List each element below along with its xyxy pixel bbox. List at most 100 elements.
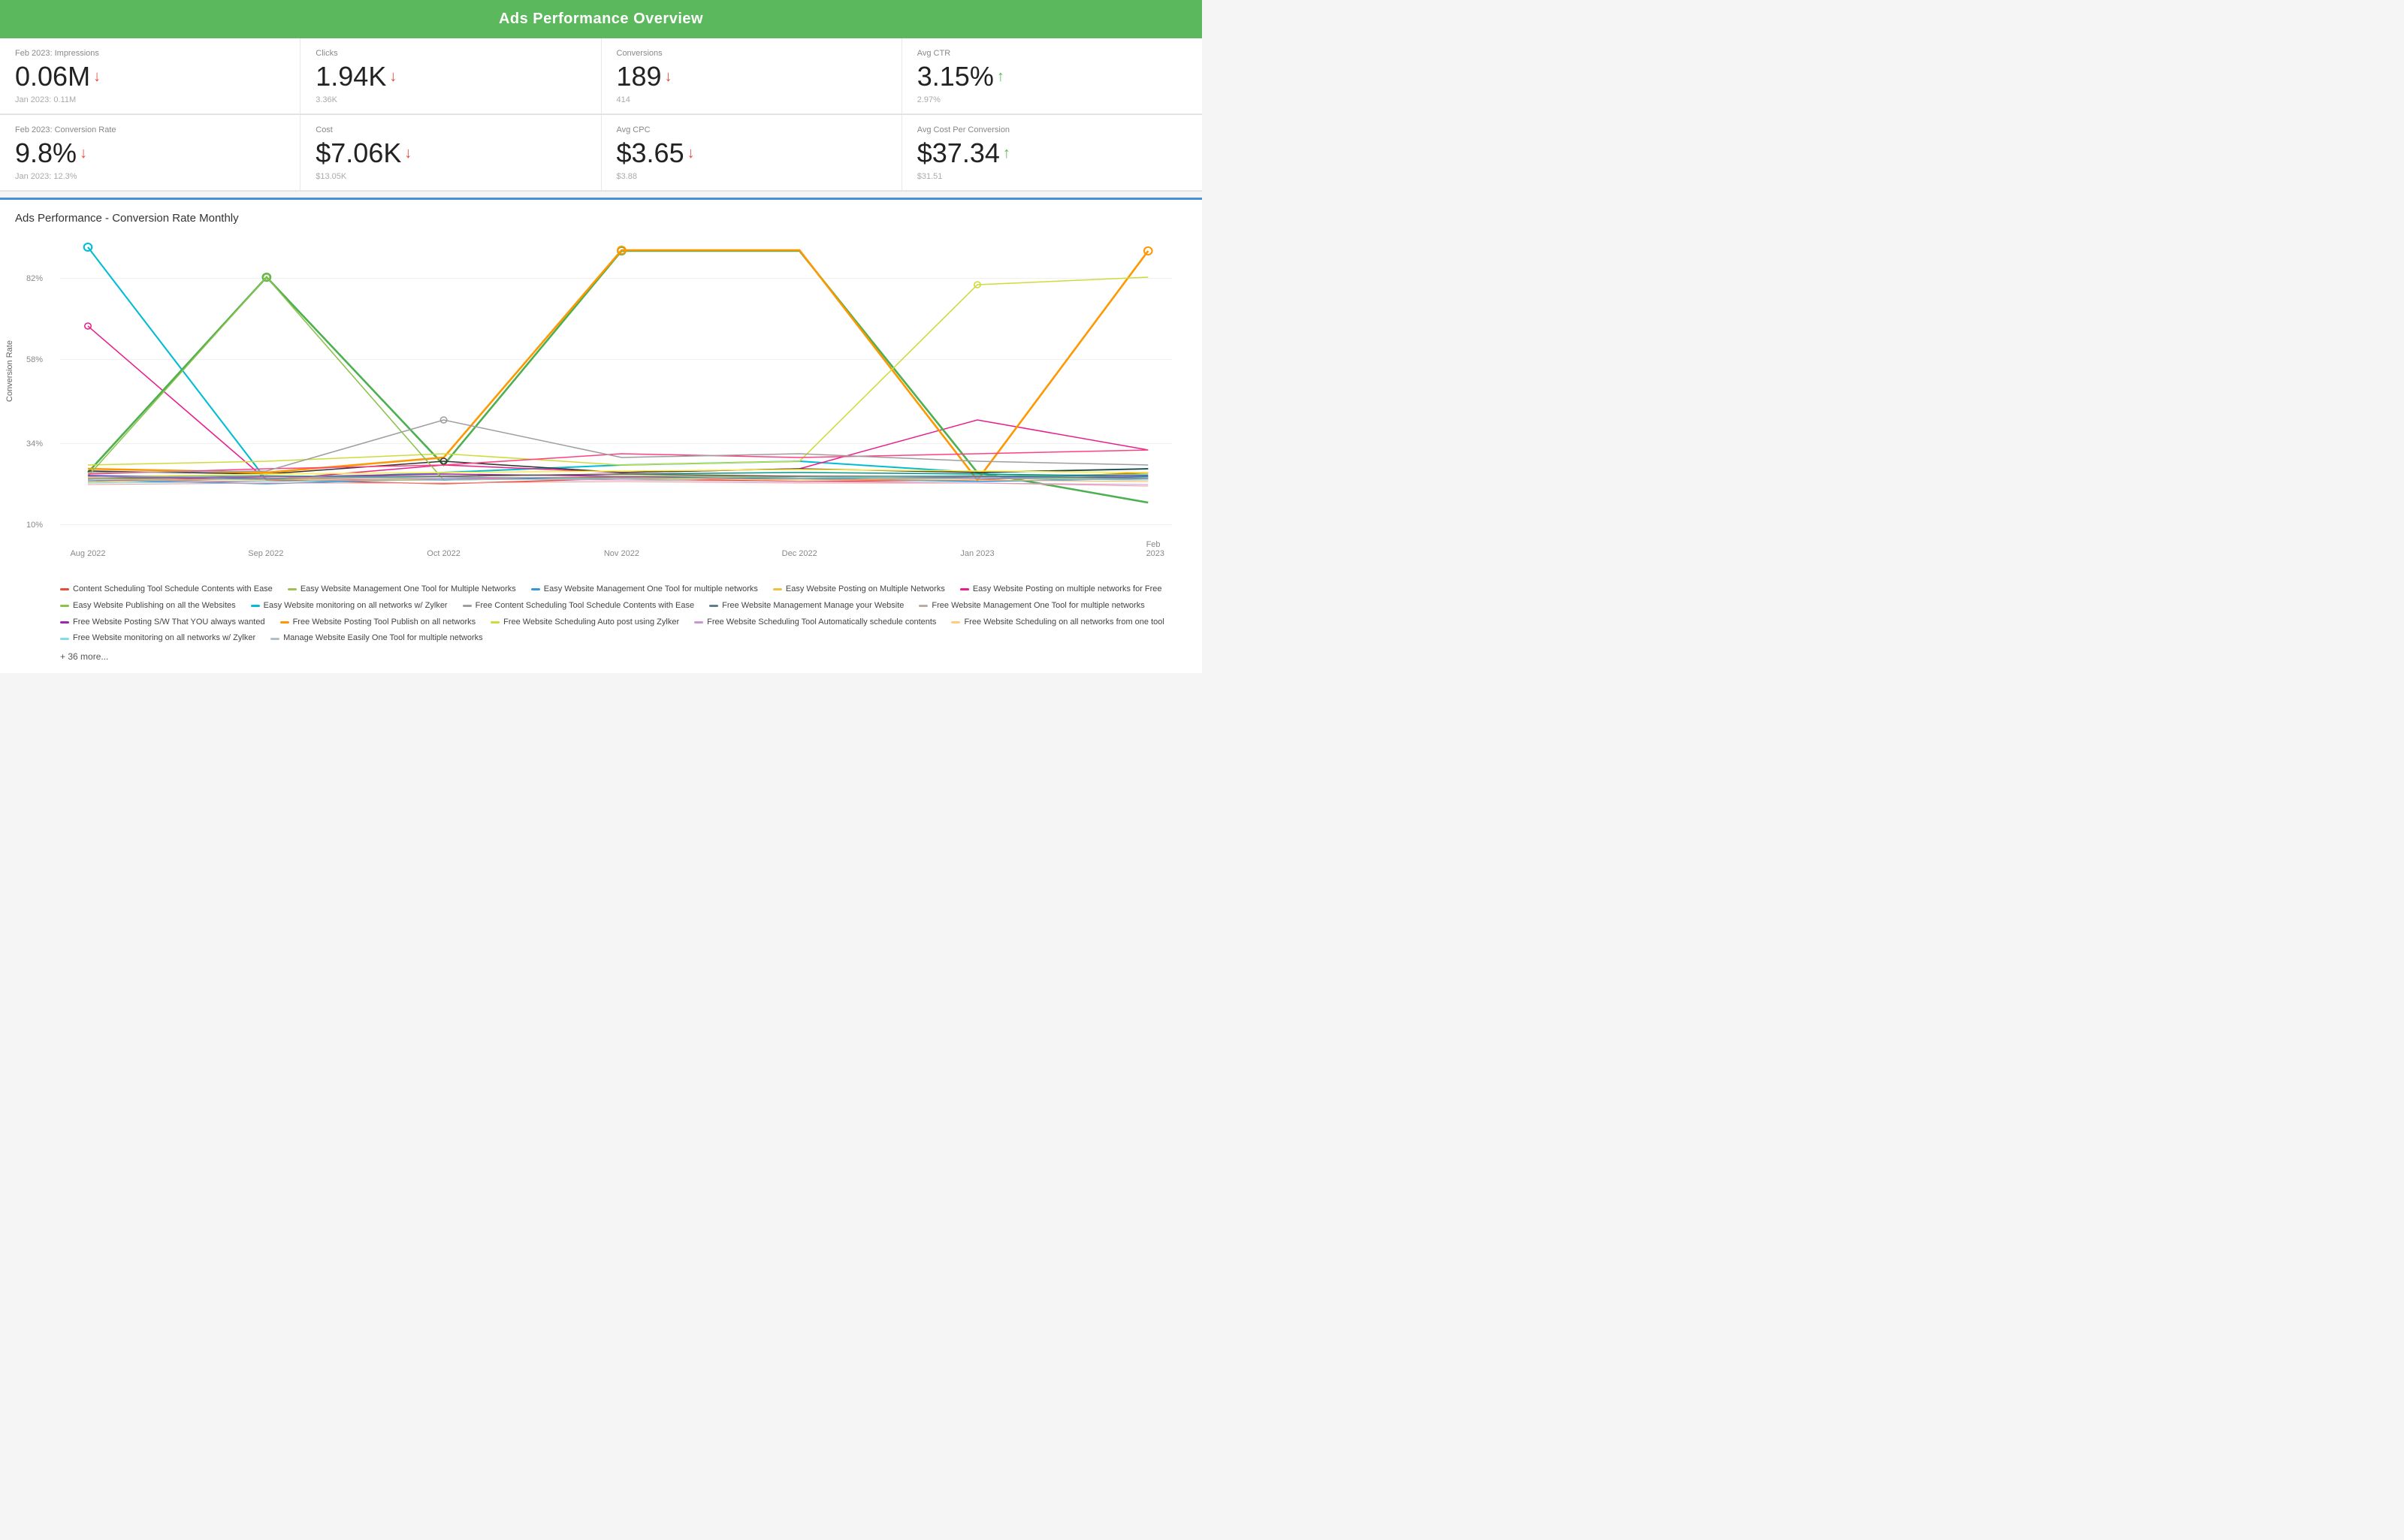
legend-item: Free Website Management One Tool for mul… xyxy=(919,599,1144,614)
legend-color xyxy=(463,605,472,607)
legend-item: Free Website Posting Tool Publish on all… xyxy=(280,615,476,630)
arrow-up-icon: ↑ xyxy=(1003,145,1010,162)
chart-title: Ads Performance - Conversion Rate Monthl… xyxy=(15,212,1187,225)
metric-value: 3.15%↑ xyxy=(917,61,1187,92)
metric-value: $7.06K↓ xyxy=(316,137,585,169)
legend-item: Free Website monitoring on all networks … xyxy=(60,631,255,646)
metric-label: Feb 2023: Impressions xyxy=(15,49,285,58)
chart-svg xyxy=(60,240,1172,540)
legend-item: Free Content Scheduling Tool Schedule Co… xyxy=(463,599,694,614)
legend-row: Free Website monitoring on all networks … xyxy=(60,631,1187,646)
metric-label: Conversions xyxy=(617,49,886,58)
metric-prev: Jan 2023: 12.3% xyxy=(15,172,285,181)
metric-prev: Jan 2023: 0.11M xyxy=(15,95,285,104)
metric-label: Clicks xyxy=(316,49,585,58)
legend-item: Free Website Scheduling on all networks … xyxy=(951,615,1164,630)
arrow-down-icon: ↓ xyxy=(93,68,101,86)
metric-prev: 2.97% xyxy=(917,95,1187,104)
legend-item: Easy Website monitoring on all networks … xyxy=(251,599,448,614)
arrow-down-icon: ↓ xyxy=(389,68,397,86)
metric-value: 9.8%↓ xyxy=(15,137,285,169)
legend-label: Easy Website Posting on Multiple Network… xyxy=(786,582,945,597)
metric-prev: $31.51 xyxy=(917,172,1187,181)
metric-card: Avg CPC $3.65↓ $3.88 xyxy=(602,115,902,191)
metric-value: 189↓ xyxy=(617,61,886,92)
metric-card: Cost $7.06K↓ $13.05K xyxy=(300,115,601,191)
legend-label: Content Scheduling Tool Schedule Content… xyxy=(73,582,273,597)
metric-card: Avg Cost Per Conversion $37.34↑ $31.51 xyxy=(902,115,1202,191)
legend-color xyxy=(960,588,969,590)
metrics-row-2: Feb 2023: Conversion Rate 9.8%↓ Jan 2023… xyxy=(0,115,1202,192)
metric-label: Feb 2023: Conversion Rate xyxy=(15,125,285,134)
arrow-down-icon: ↓ xyxy=(404,145,412,162)
metric-prev: $13.05K xyxy=(316,172,585,181)
legend-color xyxy=(60,638,69,640)
header-title: Ads Performance Overview xyxy=(499,11,703,27)
legend-color xyxy=(60,605,69,607)
chart-section: Ads Performance - Conversion Rate Monthl… xyxy=(0,198,1202,673)
legend-item: Easy Website Management One Tool for Mul… xyxy=(288,582,516,597)
legend-color xyxy=(60,588,69,590)
legend-label: Free Website Posting S/W That YOU always… xyxy=(73,615,265,630)
legend-item: Easy Website Management One Tool for mul… xyxy=(531,582,758,597)
page-header: Ads Performance Overview xyxy=(0,0,1202,38)
legend-color xyxy=(709,605,718,607)
legend-label: Easy Website monitoring on all networks … xyxy=(264,599,448,614)
arrow-up-icon: ↑ xyxy=(997,68,1004,86)
legend-item: Content Scheduling Tool Schedule Content… xyxy=(60,582,273,597)
legend-item: Free Website Management Manage your Webs… xyxy=(709,599,904,614)
legend-label: Free Website monitoring on all networks … xyxy=(73,631,255,646)
legend-label: Free Website Scheduling Tool Automatical… xyxy=(707,615,936,630)
metric-card: Avg CTR 3.15%↑ 2.97% xyxy=(902,38,1202,114)
legend-label: Free Website Management One Tool for mul… xyxy=(932,599,1144,614)
metric-value: 0.06M↓ xyxy=(15,61,285,92)
y-axis-label: Conversion Rate xyxy=(5,340,14,402)
legend-item: Easy Website Posting on multiple network… xyxy=(960,582,1162,597)
page-container: Ads Performance Overview Feb 2023: Impre… xyxy=(0,0,1202,673)
metric-prev: 414 xyxy=(617,95,886,104)
legend-label: Easy Website Publishing on all the Websi… xyxy=(73,599,236,614)
legend-label: Free Website Management Manage your Webs… xyxy=(722,599,904,614)
legend-label: Free Website Posting Tool Publish on all… xyxy=(293,615,476,630)
legend-label: Easy Website Management One Tool for mul… xyxy=(544,582,758,597)
more-items-link[interactable]: + 36 more... xyxy=(60,649,1187,666)
legend-row: Content Scheduling Tool Schedule Content… xyxy=(60,582,1187,597)
legend-label: Easy Website Management One Tool for Mul… xyxy=(300,582,516,597)
metric-label: Cost xyxy=(316,125,585,134)
metric-label: Avg CTR xyxy=(917,49,1187,58)
legend-color xyxy=(919,605,928,607)
metric-card: Feb 2023: Impressions 0.06M↓ Jan 2023: 0… xyxy=(0,38,300,114)
legend-color xyxy=(491,621,500,624)
legend-color xyxy=(251,605,260,607)
legend-color xyxy=(270,638,279,640)
metric-value: 1.94K↓ xyxy=(316,61,585,92)
metric-card: Feb 2023: Conversion Rate 9.8%↓ Jan 2023… xyxy=(0,115,300,191)
legend-color xyxy=(60,621,69,624)
legend-item: Easy Website Posting on Multiple Network… xyxy=(773,582,945,597)
legend-label: Free Content Scheduling Tool Schedule Co… xyxy=(476,599,694,614)
legend-color xyxy=(288,588,297,590)
legend-label: Free Website Scheduling on all networks … xyxy=(964,615,1164,630)
legend-area: Content Scheduling Tool Schedule Content… xyxy=(60,582,1187,666)
legend-item: Manage Website Easily One Tool for multi… xyxy=(270,631,483,646)
metric-prev: 3.36K xyxy=(316,95,585,104)
chart-area: Conversion Rate 10% 34% 58% 82% Aug 2022… xyxy=(15,240,1187,555)
legend-row: Free Website Posting S/W That YOU always… xyxy=(60,615,1187,630)
chart-container: 10% 34% 58% 82% Aug 2022 Sep 2022 Oct 20… xyxy=(60,240,1172,540)
legend-label: Free Website Scheduling Auto post using … xyxy=(503,615,679,630)
legend-color xyxy=(694,621,703,624)
arrow-down-icon: ↓ xyxy=(665,68,672,86)
legend-item: Free Website Scheduling Tool Automatical… xyxy=(694,615,936,630)
legend-color xyxy=(280,621,289,624)
arrow-down-icon: ↓ xyxy=(80,145,87,162)
legend-item: Easy Website Publishing on all the Websi… xyxy=(60,599,236,614)
legend-color xyxy=(773,588,782,590)
legend-item: Free Website Posting S/W That YOU always… xyxy=(60,615,265,630)
legend-row: Easy Website Publishing on all the Websi… xyxy=(60,599,1187,614)
metric-label: Avg CPC xyxy=(617,125,886,134)
legend-color xyxy=(951,621,960,624)
metric-label: Avg Cost Per Conversion xyxy=(917,125,1187,134)
arrow-down-icon: ↓ xyxy=(687,145,695,162)
metric-card: Conversions 189↓ 414 xyxy=(602,38,902,114)
metric-value: $3.65↓ xyxy=(617,137,886,169)
